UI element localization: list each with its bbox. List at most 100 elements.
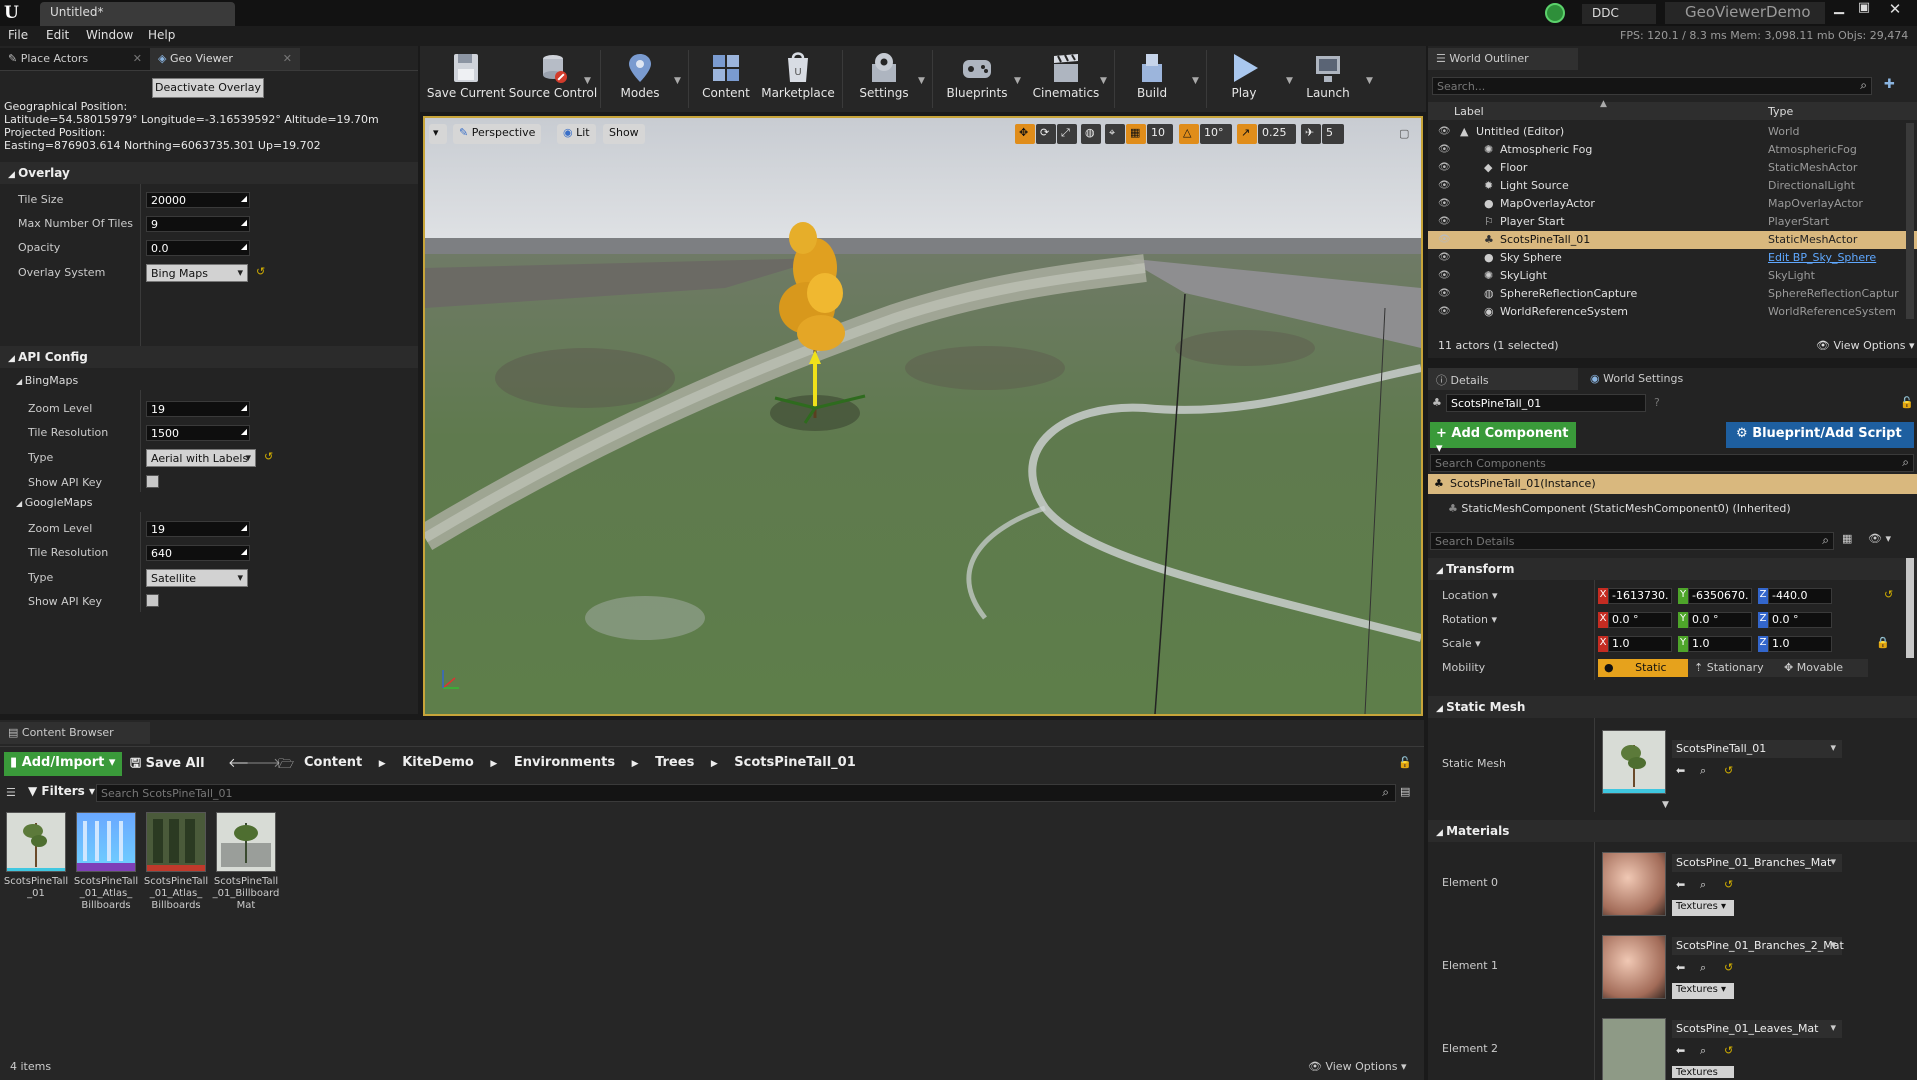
material-thumbnail[interactable] — [1602, 935, 1666, 999]
visibility-eye-icon[interactable]: 👁 — [1438, 270, 1451, 281]
googlemaps-subheader[interactable]: ◢ GoogleMaps — [0, 492, 418, 512]
property-matrix-icon[interactable]: ▦ — [1842, 532, 1852, 545]
rotate-mode-icon[interactable]: ⟳ — [1036, 124, 1056, 144]
google-api-key-checkbox[interactable] — [146, 594, 159, 607]
source-control-status-icon[interactable] — [1545, 3, 1565, 23]
outliner-row[interactable]: 👁 ♣ ScotsPineTall_01 StaticMeshActor — [1428, 231, 1917, 249]
static-mesh-section-header[interactable]: ◢ Static Mesh — [1428, 696, 1917, 718]
opacity-input[interactable]: 0.0 — [146, 240, 250, 256]
reset-to-default-icon[interactable]: ↺ — [1884, 588, 1893, 601]
visibility-eye-icon[interactable]: 👁 — [1438, 288, 1451, 299]
google-zoom-input[interactable]: 19 — [146, 521, 250, 537]
grid-snap-icon[interactable]: ▦ — [1126, 124, 1146, 144]
marketplace-button[interactable]: U Marketplace — [758, 50, 838, 100]
launch-dropdown-icon[interactable]: ▼ — [1366, 76, 1373, 86]
browse-icon[interactable]: ⌕ — [1700, 878, 1706, 892]
max-tiles-input[interactable]: 9 — [146, 216, 250, 232]
actor-name-input[interactable]: ScotsPineTall_01 — [1446, 394, 1646, 412]
add-component-button[interactable]: + Add Component ▾ — [1430, 422, 1576, 456]
maximize-viewport-icon[interactable]: ▢ — [1399, 127, 1409, 140]
show-button[interactable]: Show — [603, 124, 645, 144]
launch-button[interactable]: Launch — [1296, 50, 1360, 100]
tile-size-input[interactable]: 20000 — [146, 192, 250, 208]
rotation-z-input[interactable]: 0.0 ° — [1768, 612, 1832, 628]
source-control-dropdown-icon[interactable]: ▼ — [584, 76, 591, 86]
overlay-section-header[interactable]: ◢ Overlay — [0, 162, 418, 184]
asset-tile[interactable] — [76, 812, 136, 872]
mobility-stationary-button[interactable]: ⇡ Stationary — [1688, 659, 1778, 677]
sources-panel-icon[interactable]: ☰ — [6, 786, 16, 799]
tab-details[interactable]: ⓘ Details — [1428, 368, 1578, 390]
bingmaps-subheader[interactable]: ◢ BingMaps — [0, 370, 418, 390]
tab-world-settings[interactable]: ◉ World Settings — [1582, 368, 1732, 390]
cinematics-dropdown-icon[interactable]: ▼ — [1100, 76, 1107, 86]
outliner-row-type[interactable]: Edit BP_Sky_Sphere — [1768, 251, 1876, 264]
save-search-icon[interactable]: ▤ — [1400, 785, 1410, 798]
overlay-system-select[interactable]: Bing Maps — [146, 264, 248, 282]
asset-tile[interactable] — [146, 812, 206, 872]
save-all-button[interactable]: 🖫 Save All — [130, 754, 205, 776]
visibility-eye-icon[interactable]: 👁 — [1438, 252, 1451, 263]
textures-dropdown[interactable]: Textures ▾ — [1672, 983, 1734, 999]
add-folder-icon[interactable]: ✚ — [1884, 77, 1895, 92]
type-column-header[interactable]: Type — [1768, 105, 1793, 118]
outliner-row[interactable]: 👁 ● MapOverlayActor MapOverlayActor — [1428, 195, 1917, 213]
label-column-header[interactable]: Label — [1454, 105, 1484, 118]
play-dropdown-icon[interactable]: ▼ — [1286, 76, 1293, 86]
material-combo[interactable]: ScotsPine_01_Branches_2_Mat — [1672, 937, 1844, 955]
search-components-input[interactable]: Search Components ⌕ — [1430, 454, 1914, 472]
breadcrumb-item[interactable]: ScotsPineTall_01 — [734, 755, 855, 770]
outliner-scrollbar[interactable] — [1906, 123, 1914, 319]
reset-to-default-icon[interactable]: ↺ — [256, 265, 265, 278]
mobility-static-button[interactable]: ● Static — [1598, 659, 1688, 677]
ddc-button[interactable]: DDC — [1582, 4, 1656, 24]
api-config-section-header[interactable]: ◢ API Config — [0, 346, 418, 368]
folder-icon[interactable]: 🗁 — [278, 755, 294, 777]
source-control-button[interactable]: Source Control — [508, 50, 598, 100]
scale-x-input[interactable]: 1.0 — [1608, 636, 1672, 652]
browse-icon[interactable]: ⌕ — [1700, 764, 1706, 778]
visibility-eye-icon[interactable]: 👁 — [1438, 216, 1451, 227]
surface-snap-icon[interactable]: ⌖ — [1105, 124, 1125, 144]
bing-resolution-input[interactable]: 1500 — [146, 425, 250, 441]
lock-icon[interactable]: 🔓 — [1398, 756, 1412, 769]
build-dropdown-icon[interactable]: ▼ — [1192, 76, 1199, 86]
static-mesh-thumbnail[interactable] — [1602, 730, 1666, 794]
content-button[interactable]: Content — [696, 50, 756, 100]
tab-content-browser[interactable]: ▤ Content Browser — [0, 722, 150, 744]
rotation-snap-value[interactable]: 10° — [1200, 124, 1232, 144]
minimize-button[interactable]: ▁ — [1828, 0, 1850, 18]
visibility-eye-icon[interactable]: 👁 — [1438, 162, 1451, 173]
camera-speed-icon[interactable]: ✈ — [1301, 124, 1321, 144]
menu-window[interactable]: Window — [86, 28, 133, 42]
modes-button[interactable]: Modes — [608, 50, 672, 100]
breadcrumb-item[interactable]: Content — [304, 755, 362, 770]
search-details-input[interactable]: Search Details ⌕ — [1430, 532, 1834, 550]
textures-dropdown[interactable]: Textures ▾ — [1672, 900, 1734, 916]
scale-y-input[interactable]: 1.0 — [1688, 636, 1752, 652]
component-instance-row[interactable]: ♣ ScotsPineTall_01(Instance) — [1428, 474, 1917, 494]
visibility-eye-icon[interactable]: 👁 — [1438, 234, 1451, 245]
tab-geo-viewer[interactable]: ◈ Geo Viewer ✕ — [150, 48, 300, 70]
lock-icon[interactable]: 🔓 — [1900, 396, 1914, 409]
filters-button[interactable]: ▼ Filters ▾ — [28, 784, 95, 798]
lit-button[interactable]: ◉ Lit — [557, 124, 596, 144]
material-combo[interactable]: ScotsPine_01_Branches_Mat — [1672, 854, 1842, 872]
blueprints-dropdown-icon[interactable]: ▼ — [1014, 76, 1021, 86]
close-tab-icon[interactable]: ✕ — [283, 52, 292, 65]
camera-speed-value[interactable]: 5 — [1322, 124, 1344, 144]
use-selected-icon[interactable]: ⬅ — [1676, 764, 1685, 777]
deactivate-overlay-button[interactable]: Deactivate Overlay — [152, 78, 264, 98]
visibility-eye-icon[interactable]: 👁 — [1438, 306, 1451, 317]
document-tab[interactable]: Untitled* — [40, 2, 235, 26]
outliner-view-options[interactable]: 👁 View Options ▾ — [1816, 339, 1915, 352]
blueprint-add-script-button[interactable]: ⚙ Blueprint/Add Script — [1726, 422, 1914, 448]
mobility-movable-button[interactable]: ✥ Movable — [1778, 659, 1868, 677]
location-label[interactable]: Location ▾ — [1442, 589, 1498, 602]
settings-dropdown-icon[interactable]: ▼ — [918, 76, 925, 86]
play-button[interactable]: Play — [1214, 50, 1274, 100]
settings-button[interactable]: Settings — [852, 50, 916, 100]
material-combo[interactable]: ScotsPine_01_Leaves_Mat — [1672, 1020, 1842, 1038]
breadcrumb-item[interactable]: Trees — [655, 755, 694, 770]
details-view-options-icon[interactable]: 👁 ▾ — [1868, 532, 1891, 545]
